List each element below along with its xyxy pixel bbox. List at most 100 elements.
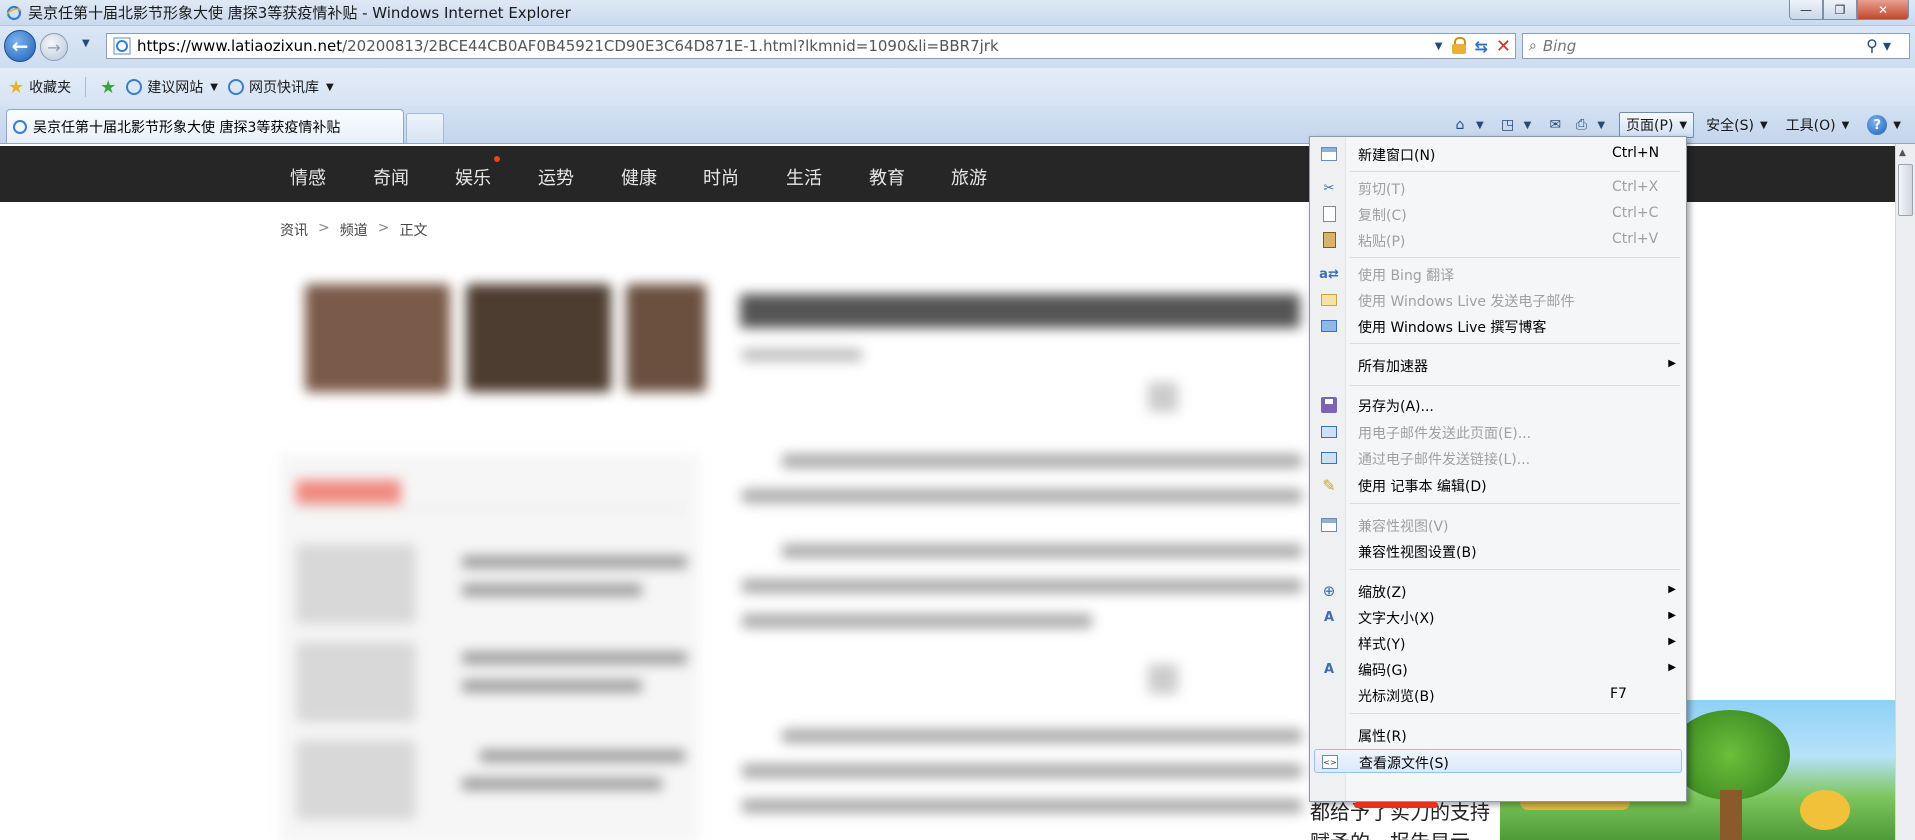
menu-item-paste[interactable]: 粘贴(P) Ctrl+V: [1314, 228, 1682, 252]
site-nav-item[interactable]: 情感: [290, 164, 326, 190]
search-box[interactable]: ⌕ ⚲ ▾: [1522, 33, 1910, 59]
site-nav-item[interactable]: 健康: [621, 164, 657, 190]
menu-item-style[interactable]: 样式(Y) ▶: [1314, 631, 1682, 655]
tools-menu-button[interactable]: 工具(O) ▼: [1780, 113, 1856, 137]
vertical-scrollbar[interactable]: ▲: [1895, 144, 1915, 840]
new-tab-button[interactable]: [406, 113, 444, 143]
refresh-icon[interactable]: ⇆: [1475, 37, 1488, 56]
fav-item-web-slice-gallery[interactable]: 网页快讯库 ▼: [227, 77, 334, 97]
chevron-down-icon: ▼: [1841, 119, 1850, 131]
submenu-arrow-icon: ▶: [1668, 610, 1676, 621]
sidebar-thumb[interactable]: [296, 642, 416, 722]
fav-item-suggested-sites[interactable]: 建议网站 ▼: [126, 77, 218, 97]
tab-current[interactable]: 吴京任第十届北影节形象大使 唐探3等获疫情补贴: [6, 109, 404, 143]
menu-item-save-as[interactable]: 另存为(A)...: [1314, 393, 1682, 417]
breadcrumb-item[interactable]: 频道: [340, 220, 368, 240]
url-host: www.latiaozixun.net: [190, 37, 343, 55]
menu-item-bing-translate[interactable]: a⇄ 使用 Bing 翻译: [1314, 262, 1682, 286]
paragraph-line: [742, 799, 1302, 813]
ad-trunk-shape: [1720, 790, 1742, 840]
site-nav-item[interactable]: 教育: [869, 164, 905, 190]
breadcrumb-item[interactable]: 资讯: [280, 220, 308, 240]
sidebar-divider: [296, 508, 686, 510]
site-nav-item[interactable]: 娱乐: [455, 164, 491, 190]
close-button[interactable]: ✕: [1857, 0, 1909, 20]
print-dropdown-icon[interactable]: ▼: [1597, 120, 1605, 131]
menu-separator: [1350, 171, 1680, 172]
title-bar[interactable]: 吴京任第十届北影节形象大使 唐探3等获疫情补贴 - Windows Intern…: [0, 0, 1915, 26]
thumbnail-image[interactable]: [626, 284, 706, 392]
site-nav-item[interactable]: 时尚: [703, 164, 739, 190]
home-dropdown-icon[interactable]: ▼: [1476, 120, 1484, 131]
menu-item-label: 复制(C): [1358, 208, 1407, 224]
address-dropdown-icon[interactable]: ▼: [1435, 41, 1443, 52]
thumbnail-image[interactable]: [466, 284, 611, 392]
stop-icon[interactable]: ✕: [1496, 36, 1511, 57]
back-button[interactable]: ←: [4, 30, 36, 62]
menu-separator: [1350, 503, 1680, 504]
maximize-button[interactable]: ❐: [1823, 0, 1857, 20]
menu-item-email-link[interactable]: 通过电子邮件发送链接(L)...: [1314, 446, 1682, 470]
menu-item-label: 兼容性视图设置(B): [1358, 545, 1477, 561]
menu-item-all-accelerators[interactable]: 所有加速器 ▶: [1314, 353, 1682, 377]
lock-icon[interactable]: [1451, 37, 1467, 55]
menu-item-new-window[interactable]: 新建窗口(N) Ctrl+N: [1314, 142, 1682, 166]
read-mail-icon[interactable]: ✉: [1545, 116, 1565, 134]
safety-menu-button[interactable]: 安全(S) ▼: [1700, 113, 1774, 137]
sidebar-heading-blurred: [296, 480, 401, 504]
menu-item-edit-notepad[interactable]: ✎ 使用 记事本 编辑(D): [1314, 473, 1682, 497]
menu-item-live-blog[interactable]: 使用 Windows Live 撰写博客: [1314, 314, 1682, 338]
thumbnail-image[interactable]: [305, 284, 450, 392]
forward-arrow-icon: →: [47, 37, 61, 57]
article-text-fragment: 赋予的，报告显示: [1310, 826, 1470, 840]
safety-menu-label: 安全(S): [1706, 118, 1754, 134]
forward-button[interactable]: →: [40, 33, 68, 61]
menu-item-copy[interactable]: 复制(C) Ctrl+C: [1314, 202, 1682, 226]
site-nav-item[interactable]: 运势: [538, 164, 574, 190]
sidebar-thumb[interactable]: [296, 740, 416, 820]
menu-item-zoom[interactable]: ⊕ 缩放(Z) ▶: [1314, 579, 1682, 603]
scroll-thumb[interactable]: [1898, 164, 1913, 216]
add-favorite-icon[interactable]: ★: [100, 77, 116, 98]
help-menu-button[interactable]: ? ▼: [1861, 113, 1907, 137]
rss-feed-icon[interactable]: ◳: [1498, 116, 1518, 134]
favorites-button[interactable]: ★ 收藏夹: [8, 77, 71, 98]
search-input[interactable]: [1542, 37, 1863, 55]
chevron-down-icon: ▼: [210, 81, 218, 93]
menu-item-caret-browsing[interactable]: 光标浏览(B) F7: [1314, 683, 1682, 707]
encoding-icon: A: [1323, 661, 1335, 677]
menu-item-properties[interactable]: 属性(R): [1314, 723, 1682, 747]
sidebar-thumb[interactable]: [296, 544, 416, 624]
menu-item-live-mail[interactable]: 使用 Windows Live 发送电子邮件: [1314, 288, 1682, 312]
site-nav-item[interactable]: 奇闻: [373, 164, 409, 190]
menu-item-label: 新建窗口(N): [1358, 148, 1436, 164]
minimize-button[interactable]: —: [1789, 0, 1823, 20]
menu-item-label: 兼容性视图(V): [1358, 519, 1449, 535]
email-page-icon: [1320, 423, 1338, 441]
paragraph-line: [782, 454, 1302, 468]
menu-item-shortcut: F7: [1610, 686, 1627, 702]
address-input[interactable]: https://www.latiaozixun.net/20200813/2BC…: [106, 33, 1516, 59]
print-icon[interactable]: ⎙: [1571, 116, 1591, 134]
home-icon[interactable]: ⌂: [1450, 116, 1470, 134]
menu-item-text-size[interactable]: A 文字大小(X) ▶: [1314, 605, 1682, 629]
tools-menu-label: 工具(O): [1785, 118, 1836, 134]
address-bar-row: ← → ▼ https://www.latiaozixun.net/202008…: [0, 26, 1915, 68]
search-magnifier-icon[interactable]: ⚲ ▾: [1866, 36, 1891, 55]
menu-item-label: 通过电子邮件发送链接(L)...: [1358, 452, 1531, 468]
paste-icon: [1320, 231, 1338, 249]
menu-item-label: 属性(R): [1358, 729, 1407, 745]
menu-item-email-page[interactable]: 用电子邮件发送此页面(E)...: [1314, 420, 1682, 444]
scroll-up-icon[interactable]: ▲: [1899, 148, 1906, 158]
page-menu-button[interactable]: 页面(P) ▼: [1619, 112, 1695, 138]
menu-item-cut[interactable]: ✂ 剪切(T) Ctrl+X: [1314, 176, 1682, 200]
site-nav-item[interactable]: 旅游: [951, 164, 987, 190]
feed-dropdown-icon[interactable]: ▼: [1524, 120, 1532, 131]
site-nav-item[interactable]: 生活: [786, 164, 822, 190]
menu-item-encoding[interactable]: A 编码(G) ▶: [1314, 657, 1682, 681]
menu-item-compat-settings[interactable]: 兼容性视图设置(B): [1314, 539, 1682, 563]
menu-item-compat-view[interactable]: 兼容性视图(V): [1314, 513, 1682, 537]
menu-item-view-source[interactable]: <> 查看源文件(S): [1314, 749, 1682, 773]
menu-item-label: 另存为(A)...: [1358, 399, 1434, 415]
recent-pages-dropdown[interactable]: ▼: [82, 38, 90, 49]
